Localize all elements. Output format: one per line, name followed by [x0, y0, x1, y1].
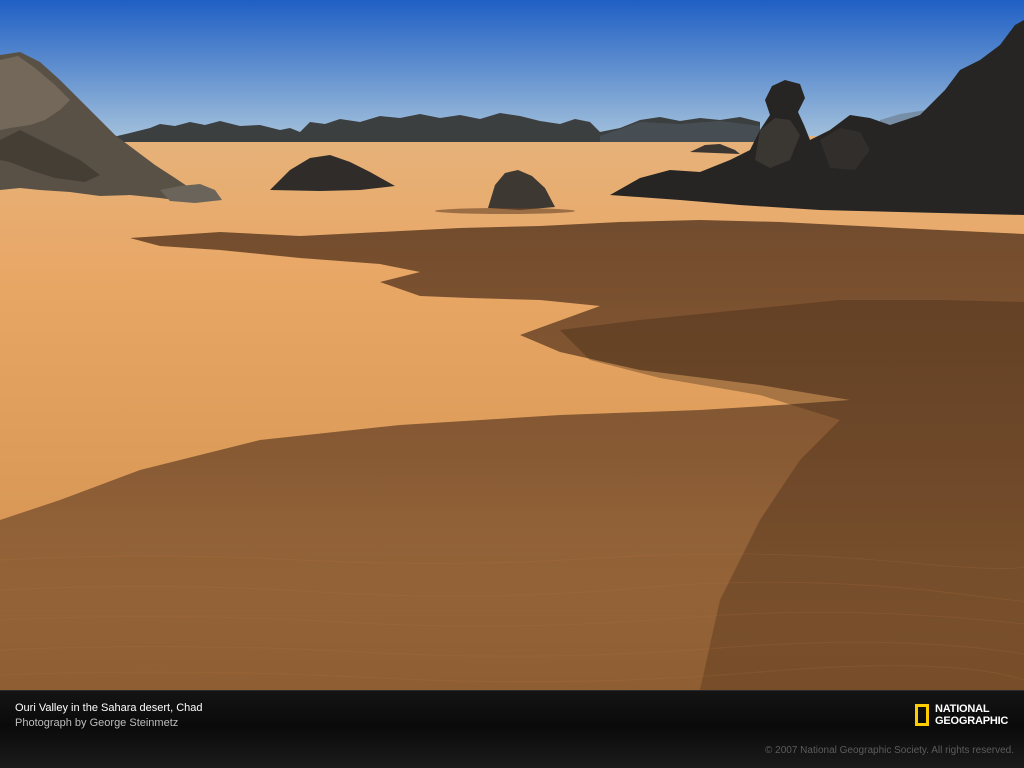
- copyright-notice: © 2007 National Geographic Society. All …: [765, 745, 1014, 756]
- desert-photo: [0, 0, 1024, 690]
- logo-line-2: GEOGRAPHIC: [935, 715, 1009, 727]
- caption-bar: Ouri Valley in the Sahara desert, Chad P…: [0, 690, 1024, 768]
- logo-wordmark: NATIONAL GEOGRAPHIC: [935, 703, 1008, 727]
- national-geographic-logo: NATIONAL GEOGRAPHIC: [915, 701, 1008, 729]
- logo-line-1: NATIONAL: [935, 703, 990, 715]
- photo-caption-title: Ouri Valley in the Sahara desert, Chad: [15, 702, 203, 714]
- photo-credit: Photograph by George Steinmetz: [15, 717, 179, 729]
- wallpaper: Ouri Valley in the Sahara desert, Chad P…: [0, 0, 1024, 768]
- yellow-border-icon: [915, 704, 929, 726]
